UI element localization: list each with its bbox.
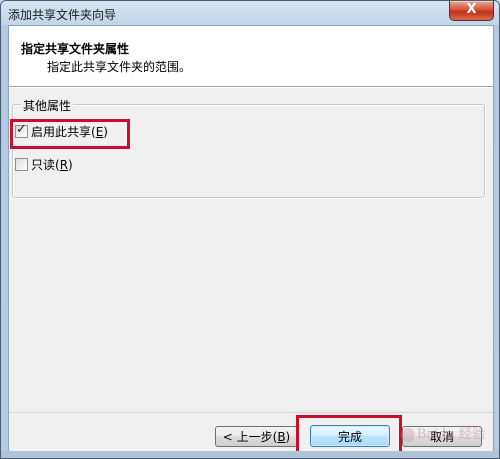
window-bottom-border: [1, 451, 499, 458]
wizard-header: 指定共享文件夹属性 指定此共享文件夹的范围。: [9, 26, 493, 87]
read-only-checkbox[interactable]: 只读(R): [15, 156, 73, 173]
wizard-window: 添加共享文件夹向导 X 指定共享文件夹属性 指定此共享文件夹的范围。 其他属性 …: [0, 0, 500, 459]
read-only-label: 只读: [31, 158, 56, 172]
close-icon: X: [466, 2, 477, 17]
back-button-label: < 上一步(: [222, 430, 278, 444]
title-bar[interactable]: 添加共享文件夹向导 X: [1, 1, 499, 25]
highlight-box-enable-share: [10, 119, 130, 149]
wizard-client-area: 指定共享文件夹属性 指定此共享文件夹的范围。 其他属性 ✓ 启用此共享(E) 只…: [8, 25, 494, 458]
checkbox-box[interactable]: [15, 158, 28, 171]
page-subtitle: 指定此共享文件夹的范围。: [47, 60, 192, 74]
page-title: 指定共享文件夹属性: [21, 42, 130, 56]
baidu-watermark: Baidu 经验: [400, 423, 485, 442]
close-button[interactable]: X: [449, 1, 494, 21]
read-only-mnemonic: R: [59, 157, 69, 172]
footer-divider: [9, 412, 493, 413]
back-button-mnemonic: B: [277, 430, 286, 444]
group-label: 其他属性: [21, 97, 74, 114]
window-title: 添加共享文件夹向导: [8, 8, 117, 22]
back-button[interactable]: < 上一步(B): [215, 426, 298, 447]
header-divider: [9, 87, 493, 88]
paw-icon: [400, 427, 415, 442]
